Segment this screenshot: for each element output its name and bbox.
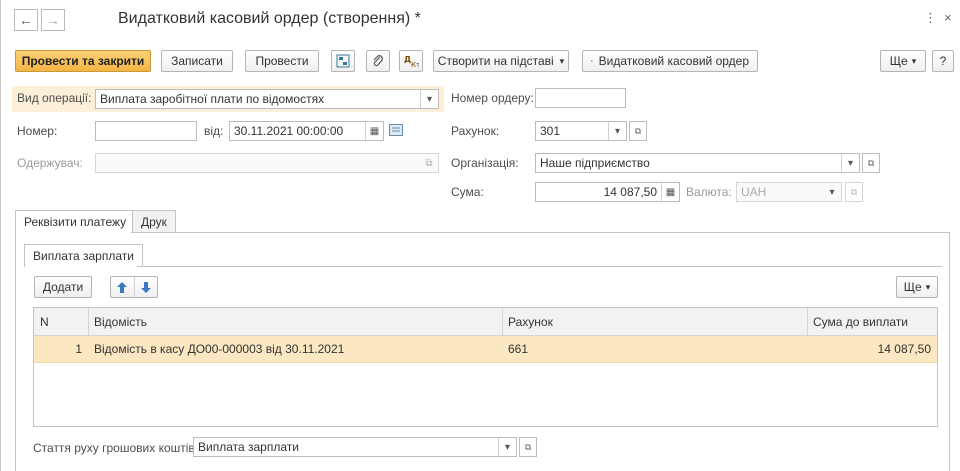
create-based-on-button[interactable]: Створити на підставі ▾: [433, 50, 569, 72]
column-header-statement[interactable]: Відомість: [88, 308, 502, 335]
dropdown-arrow-icon[interactable]: ▾: [823, 183, 841, 201]
arrow-left-icon: ←: [19, 12, 33, 28]
currency-open-button[interactable]: ⧉: [845, 182, 863, 202]
payments-table: N Відомість Рахунок Сума до виплати 1 Ві…: [33, 307, 938, 427]
move-buttons: [110, 276, 158, 298]
post-button[interactable]: Провести: [245, 50, 319, 72]
arrow-down-icon: [140, 281, 151, 293]
svg-text:Кт: Кт: [411, 61, 419, 68]
subtab-salary-payment[interactable]: Виплата зарплати: [24, 244, 143, 267]
open-link-icon: ⧉: [524, 441, 532, 452]
account-input[interactable]: 301 ▾: [535, 121, 627, 141]
cashflow-label: Стаття руху грошових коштів:: [33, 441, 199, 455]
chevron-down-icon: ▾: [925, 281, 931, 292]
column-header-amount[interactable]: Сума до виплати: [807, 308, 937, 335]
open-link-icon: ⧉: [867, 157, 875, 168]
cashflow-select[interactable]: Виплата зарплати ▾: [193, 437, 517, 457]
arrow-up-icon: [117, 281, 128, 293]
cashflow-value: Виплата зарплати: [198, 440, 299, 454]
structure-button[interactable]: [331, 50, 355, 72]
more-button[interactable]: Ще ▾: [880, 50, 926, 72]
open-link-icon: ⧉: [850, 186, 858, 197]
calculator-icon: [389, 124, 403, 136]
print-order-label: Видатковий касовий ордер: [598, 54, 749, 68]
row-account: 661: [508, 342, 529, 356]
save-button[interactable]: Записати: [161, 50, 233, 72]
debit-credit-icon: Д Кт: [404, 55, 419, 68]
order-number-label: Номер ордеру:: [451, 91, 534, 105]
post-and-close-button[interactable]: Провести та закрити: [15, 50, 151, 72]
operation-value: Виплата заробітної плати по відомостях: [100, 92, 325, 106]
tab-print[interactable]: Друк: [132, 210, 176, 232]
cashflow-open-button[interactable]: ⧉: [519, 437, 537, 457]
date-input[interactable]: 30.11.2021 00:00:00 ▦: [229, 121, 384, 141]
operation-label: Вид операції:: [17, 91, 92, 105]
row-statement: Відомість в касу ДО00-000003 від 30.11.2…: [94, 342, 345, 356]
order-number-input[interactable]: [535, 88, 626, 108]
sum-value: 14 087,50: [603, 185, 657, 199]
date-value: 30.11.2021 00:00:00: [234, 124, 344, 138]
recipient-label: Одержувач:: [17, 156, 83, 170]
table-more-button[interactable]: Ще ▾: [896, 276, 938, 298]
operation-select[interactable]: Виплата заробітної плати по відомостях ▾: [95, 89, 439, 109]
chevron-down-icon: ▾: [911, 55, 917, 66]
more-label: Ще: [889, 54, 908, 68]
print-order-button[interactable]: Видатковий касовий ордер: [582, 50, 758, 72]
account-label: Рахунок:: [451, 124, 500, 138]
open-link-icon: ⧉: [634, 125, 642, 136]
account-open-button[interactable]: ⧉: [629, 121, 647, 141]
printer-icon: [591, 60, 593, 62]
tab-payment-details[interactable]: Реквізити платежу: [15, 210, 136, 233]
forward-button[interactable]: →: [41, 9, 65, 31]
back-button[interactable]: ←: [14, 9, 38, 31]
calendar-icon[interactable]: ▦: [365, 122, 383, 140]
add-row-button[interactable]: Додати: [34, 276, 92, 298]
tab-panel-left-border: [15, 232, 16, 471]
subtab-panel-border: [24, 266, 942, 267]
recipient-input[interactable]: ⧉: [95, 153, 439, 173]
debit-credit-button[interactable]: Д Кт: [399, 50, 423, 72]
page-title: Видатковий касовий ордер (створення) *: [118, 10, 421, 27]
attach-button[interactable]: [366, 50, 390, 72]
active-tab-gap: [16, 232, 131, 233]
currency-input[interactable]: UAH ▾: [736, 182, 842, 202]
open-link-icon[interactable]: ⧉: [420, 154, 438, 172]
dropdown-arrow-icon[interactable]: ▾: [608, 122, 626, 140]
tab-panel-border: [15, 232, 950, 233]
create-based-on-label: Створити на підставі: [437, 54, 554, 68]
more-menu-icon[interactable]: ⋮: [924, 10, 937, 26]
date-label: від:: [204, 124, 224, 138]
sum-label: Сума:: [451, 185, 484, 199]
table-header: N Відомість Рахунок Сума до виплати: [34, 308, 937, 336]
active-subtab-gap: [25, 266, 137, 267]
arrow-right-icon: →: [46, 12, 60, 28]
organization-open-button[interactable]: ⧉: [862, 153, 880, 173]
row-amount: 14 087,50: [877, 342, 931, 356]
row-number: 1: [75, 342, 82, 356]
number-input[interactable]: [95, 121, 197, 141]
close-icon[interactable]: ×: [944, 10, 952, 25]
number-label: Номер:: [17, 124, 58, 138]
table-row[interactable]: 1 Відомість в касу ДО00-000003 від 30.11…: [34, 336, 937, 363]
move-up-button[interactable]: [111, 277, 135, 297]
column-header-account[interactable]: Рахунок: [502, 308, 807, 335]
calculator-button[interactable]: [389, 124, 403, 136]
sum-input[interactable]: 14 087,50 ▦: [535, 182, 680, 202]
help-button[interactable]: ?: [932, 50, 954, 72]
currency-label: Валюта:: [686, 185, 732, 199]
tab-panel-right-border: [949, 232, 950, 471]
organization-input[interactable]: Наше підприємство ▾: [535, 153, 860, 173]
dropdown-arrow-icon[interactable]: ▾: [498, 438, 516, 456]
organization-value: Наше підприємство: [540, 156, 650, 170]
paperclip-icon: [373, 55, 383, 67]
chevron-down-icon: ▾: [559, 55, 565, 66]
organization-label: Організація:: [451, 156, 519, 170]
dropdown-arrow-icon[interactable]: ▾: [420, 90, 438, 108]
calculator-icon[interactable]: ▦: [661, 183, 679, 201]
dropdown-arrow-icon[interactable]: ▾: [841, 154, 859, 172]
move-down-button[interactable]: [135, 277, 158, 297]
table-more-label: Ще: [903, 280, 922, 294]
column-header-n[interactable]: N: [34, 308, 88, 335]
structure-icon: [336, 54, 350, 68]
